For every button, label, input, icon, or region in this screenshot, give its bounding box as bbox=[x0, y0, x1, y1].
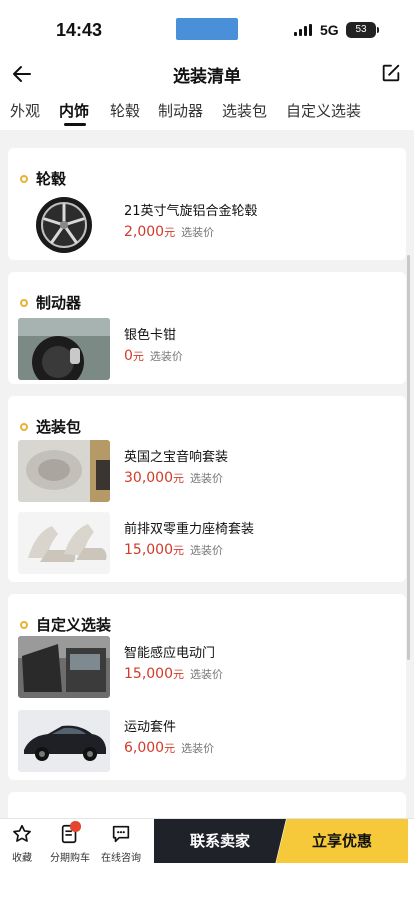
category-tabs: 外观 内饰 轮毂 制动器 选装包 自定义选装 bbox=[0, 92, 414, 130]
section-brakes: 制动器 银色卡钳 0元 选装价 bbox=[8, 272, 406, 384]
item-price: 15,000元 选装价 bbox=[124, 542, 223, 558]
price-tag: 选装价 bbox=[190, 544, 223, 557]
item-name: 运动套件 bbox=[124, 720, 177, 735]
price-unit: 元 bbox=[173, 472, 184, 485]
status-bar: 14:43 5G 53 bbox=[0, 0, 414, 58]
tab-custom[interactable]: 自定义选装 bbox=[286, 100, 361, 121]
tab-wheels[interactable]: 轮毂 bbox=[110, 100, 140, 121]
item-name: 英国之宝音响套装 bbox=[124, 450, 229, 465]
badge-dot bbox=[70, 821, 82, 832]
price-tag: 选装价 bbox=[149, 350, 183, 363]
list-item[interactable]: 运动套件 6,000元 选装价 bbox=[18, 710, 398, 774]
item-name: 智能感应电动门 bbox=[124, 646, 216, 661]
consult-button[interactable]: 在线咨询 bbox=[98, 823, 144, 864]
get-offer-button[interactable]: 立享优惠 bbox=[276, 819, 408, 863]
network-label: 5G bbox=[320, 22, 339, 38]
price-value: 6,000 bbox=[124, 740, 165, 756]
bullet-icon bbox=[20, 298, 28, 307]
price-unit: 元 bbox=[173, 668, 184, 681]
bullet-icon bbox=[20, 620, 28, 629]
section-custom: 自定义选装 智能感应电动门 15,000元 选装价 运动套件 6,000元 选装… bbox=[8, 594, 406, 780]
favorite-label: 收藏 bbox=[12, 853, 32, 864]
list-item[interactable]: 银色卡钳 0元 选装价 bbox=[18, 318, 398, 382]
section-wheels: 轮毂 21英寸气旋铝合金轮毂 2,000元 选装价 bbox=[8, 148, 406, 260]
list-item[interactable]: 智能感应电动门 15,000元 选装价 bbox=[18, 636, 398, 700]
item-price: 0元 选装价 bbox=[124, 348, 183, 364]
status-time: 14:43 bbox=[56, 20, 103, 40]
price-unit: 元 bbox=[164, 226, 176, 239]
item-price: 15,000元 选装价 bbox=[124, 666, 223, 682]
section-title-text: 轮毂 bbox=[36, 170, 67, 188]
tab-brakes[interactable]: 制动器 bbox=[158, 100, 203, 121]
list-item[interactable]: 前排双零重力座椅套装 15,000元 选装价 bbox=[18, 512, 398, 576]
installment-button[interactable]: 分期购车 bbox=[46, 821, 94, 864]
section-title-text: 制动器 bbox=[36, 294, 82, 312]
price-value: 2,000 bbox=[124, 224, 165, 240]
consult-label: 在线咨询 bbox=[101, 853, 141, 864]
price-unit: 元 bbox=[164, 742, 176, 755]
brake-caliper-image bbox=[18, 318, 110, 380]
price-value: 15,000 bbox=[124, 542, 173, 558]
price-value: 15,000 bbox=[124, 666, 173, 682]
price-tag: 选装价 bbox=[190, 472, 223, 485]
edit-icon[interactable] bbox=[380, 62, 402, 84]
page-title: 选装清单 bbox=[173, 67, 241, 87]
bottom-action-bar: 收藏 分期购车 在线咨询 联系卖家 立享优惠 bbox=[0, 818, 414, 900]
item-price: 30,000元 选装价 bbox=[124, 470, 223, 486]
contact-seller-button[interactable]: 联系卖家 bbox=[154, 819, 286, 863]
section-title: 制动器 bbox=[20, 292, 81, 313]
signal-icon bbox=[294, 24, 314, 36]
tab-packages[interactable]: 选装包 bbox=[222, 100, 267, 121]
door-image bbox=[18, 636, 110, 698]
item-name: 前排双零重力座椅套装 bbox=[124, 522, 255, 537]
section-placeholder bbox=[8, 792, 406, 818]
installment-label: 分期购车 bbox=[50, 853, 90, 864]
tab-interior[interactable]: 内饰 bbox=[59, 100, 89, 121]
section-title: 选装包 bbox=[20, 416, 81, 437]
seat-image bbox=[18, 512, 110, 574]
section-title: 自定义选装 bbox=[20, 614, 111, 635]
star-icon bbox=[13, 824, 31, 842]
speaker-image bbox=[18, 440, 110, 502]
item-name: 21英寸气旋铝合金轮毂 bbox=[124, 204, 258, 219]
bullet-icon bbox=[20, 174, 28, 183]
section-title-text: 选装包 bbox=[36, 418, 82, 436]
section-title: 轮毂 bbox=[20, 168, 66, 189]
item-name: 银色卡钳 bbox=[124, 328, 177, 343]
price-unit: 元 bbox=[132, 350, 144, 363]
list-item[interactable]: 21英寸气旋铝合金轮毂 2,000元 选装价 bbox=[18, 194, 398, 258]
chat-icon bbox=[112, 825, 130, 843]
price-value: 30,000 bbox=[124, 470, 173, 486]
tab-exterior[interactable]: 外观 bbox=[10, 100, 40, 121]
favorite-button[interactable]: 收藏 bbox=[8, 823, 36, 864]
price-tag: 选装价 bbox=[181, 226, 215, 239]
list-item[interactable]: 英国之宝音响套装 30,000元 选装价 bbox=[18, 440, 398, 504]
options-list[interactable]: 轮毂 21英寸气旋铝合金轮毂 2,000元 选装价 制动器 银色卡钳 0元 选装… bbox=[0, 138, 414, 818]
wheel-image bbox=[18, 194, 110, 256]
nav-bar: 选装清单 bbox=[0, 58, 414, 92]
item-price: 6,000元 选装价 bbox=[124, 740, 214, 756]
car-image bbox=[18, 710, 110, 772]
active-tab-indicator bbox=[64, 123, 86, 126]
section-title-text: 自定义选装 bbox=[36, 616, 112, 634]
battery-icon: 53 bbox=[346, 22, 379, 38]
price-tag: 选装价 bbox=[181, 742, 215, 755]
price-tag: 选装价 bbox=[190, 668, 223, 681]
section-packages: 选装包 英国之宝音响套装 30,000元 选装价 前排双零重力座椅套装 15,0… bbox=[8, 396, 406, 582]
scrollbar[interactable] bbox=[407, 255, 410, 660]
dynamic-island bbox=[176, 18, 238, 40]
price-unit: 元 bbox=[173, 544, 184, 557]
bullet-icon bbox=[20, 422, 28, 431]
price-value: 0 bbox=[124, 348, 133, 364]
item-price: 2,000元 选装价 bbox=[124, 224, 214, 240]
